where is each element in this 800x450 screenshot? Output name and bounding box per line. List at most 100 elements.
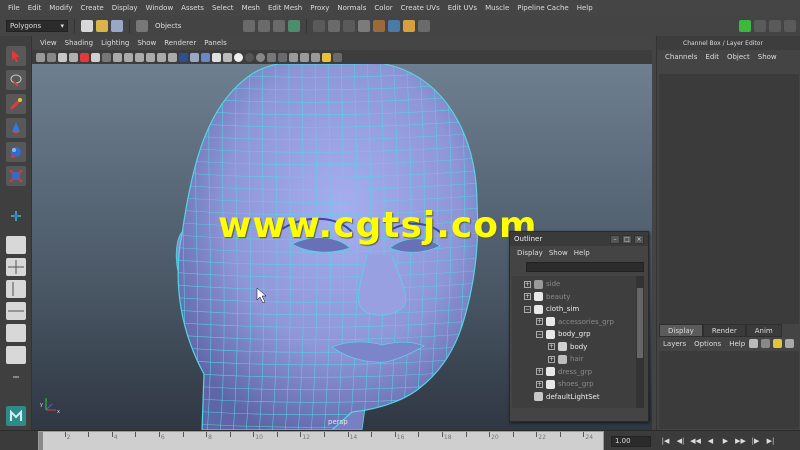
wireframe-on-shaded-icon[interactable] [201,52,210,62]
play-forwards-icon[interactable]: ▶ [720,435,731,446]
channel-box-menu-edit[interactable]: Edit [701,53,723,61]
outliner-item[interactable]: + dress_grp [536,366,592,378]
viewport-menu-view[interactable]: View [36,39,61,47]
ipr-render-icon[interactable] [388,20,401,32]
mask-icon[interactable] [343,20,356,32]
attribute-editor-toggle-icon[interactable] [739,20,751,32]
minimize-icon[interactable]: – [610,234,620,244]
tool-settings-toggle-icon[interactable] [754,20,766,32]
channel-box-body[interactable] [659,74,799,324]
select-tool-icon[interactable] [6,46,26,66]
four-pane-layout-icon[interactable] [6,258,26,276]
wireframe-icon[interactable] [179,52,188,62]
layer-menu-options[interactable]: Options [690,340,725,348]
expand-icon[interactable]: + [536,368,543,375]
viewport-menu-panels[interactable]: Panels [200,39,231,47]
close-icon[interactable]: × [634,234,644,244]
channel-box-toggle-icon[interactable] [769,20,781,32]
resolution-gate-icon[interactable] [124,52,133,62]
selection-mode-label[interactable]: Objects [155,22,181,30]
menuset-dropdown[interactable]: Polygons ▾ [6,20,68,32]
xray-joints-icon[interactable] [300,52,309,62]
menu-proxy[interactable]: Proxy [306,4,333,12]
mask-icon[interactable] [328,20,341,32]
collapse-icon[interactable]: − [536,330,543,338]
menu-edit[interactable]: Edit [24,4,46,12]
snap-grid-icon[interactable] [243,20,256,32]
use-all-lights-icon[interactable] [223,52,232,62]
step-back-frame-icon[interactable]: ◀◀ [690,435,701,446]
outliner-item[interactable]: defaultLightSet [524,391,600,403]
persp-graph-layout-icon[interactable] [6,302,26,320]
scrollbar-thumb[interactable] [637,288,643,358]
motion-blur-icon[interactable] [256,52,265,62]
layer-move-up-icon[interactable] [749,339,758,348]
play-backwards-icon[interactable]: ◀ [705,435,716,446]
expand-icon[interactable]: + [548,355,555,363]
outliner-item[interactable]: + beauty [524,291,570,303]
collapse-icon[interactable]: − [524,305,531,313]
snap-point-icon[interactable] [273,20,286,32]
safe-title-icon[interactable] [168,52,177,62]
image-plane-icon[interactable] [69,52,78,62]
graph-editor-layout-icon[interactable] [6,346,26,364]
grease-pencil-icon[interactable] [91,52,100,62]
outliner-list[interactable]: + side + beauty − cloth_sim + accessories_grp − b… [512,276,636,408]
viewport-menu-renderer[interactable]: Renderer [160,39,200,47]
menu-edit-mesh[interactable]: Edit Mesh [264,4,306,12]
go-to-end-icon[interactable]: ▶| [765,435,776,446]
outliner-menu-help[interactable]: Help [571,249,593,257]
layer-menu-layers[interactable]: Layers [659,340,690,348]
outliner-scrollbar[interactable] [636,276,644,408]
menu-create-uvs[interactable]: Create UVs [397,4,444,12]
viewport-menu-shading[interactable]: Shading [61,39,97,47]
outliner-window[interactable]: Outliner – □ × Display Show Help + side + bea… [509,231,649,422]
hypershade-layout-icon[interactable] [6,324,26,342]
outliner-item[interactable]: + hair [548,353,584,365]
layer-editor-toggle-icon[interactable] [784,20,796,32]
outliner-item[interactable]: − cloth_sim [524,303,579,315]
viewport-menu-show[interactable]: Show [133,39,160,47]
save-scene-icon[interactable] [111,20,123,32]
expand-icon[interactable]: + [548,343,555,350]
persp-outliner-layout-icon[interactable] [6,280,26,298]
bookmark-icon[interactable] [58,52,67,62]
menu-color[interactable]: Color [370,4,396,12]
ambient-occlusion-icon[interactable] [245,52,254,62]
step-back-key-icon[interactable]: ◀| [675,435,686,446]
safe-action-icon[interactable] [157,52,166,62]
select-by-hierarchy-icon[interactable] [136,20,148,32]
menu-pipeline-cache[interactable]: Pipeline Cache [513,4,572,12]
viewport-2-icon[interactable] [333,52,342,62]
outliner-item[interactable]: + accessories_grp [536,316,614,328]
expand-icon[interactable]: + [536,318,543,325]
menu-muscle[interactable]: Muscle [481,4,513,12]
new-scene-icon[interactable] [81,20,93,32]
smooth-shade-icon[interactable] [190,52,199,62]
outliner-item[interactable]: − body_grp [536,328,591,340]
expand-icon[interactable]: + [524,280,531,288]
textured-icon[interactable] [212,52,221,62]
move-tool-icon[interactable] [6,118,26,138]
menu-help[interactable]: Help [573,4,597,12]
menu-normals[interactable]: Normals [333,4,370,12]
film-gate-icon[interactable] [113,52,122,62]
camera-select-icon[interactable] [36,52,45,62]
menu-mesh[interactable]: Mesh [238,4,264,12]
maximize-icon[interactable]: □ [622,234,632,244]
outliner-menu-display[interactable]: Display [514,249,546,257]
2d-pan-zoom-icon[interactable] [80,52,89,62]
new-layer-selected-icon[interactable] [785,339,794,348]
mask-icon[interactable] [358,20,371,32]
channel-box-menu-show[interactable]: Show [754,53,781,61]
menu-window[interactable]: Window [142,4,178,12]
paint-select-tool-icon[interactable] [6,94,26,114]
render-settings-icon[interactable] [403,20,416,32]
isolate-select-icon[interactable] [278,52,287,62]
layer-menu-help[interactable]: Help [725,340,749,348]
render-icon[interactable] [373,20,386,32]
outliner-titlebar[interactable]: Outliner – □ × [510,232,648,246]
viewport-menu-lighting[interactable]: Lighting [97,39,133,47]
menu-file[interactable]: File [4,4,24,12]
field-chart-icon[interactable] [146,52,155,62]
